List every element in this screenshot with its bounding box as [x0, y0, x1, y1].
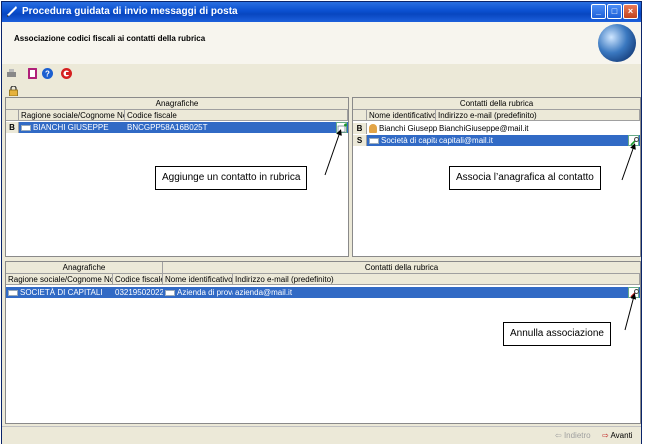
card-icon	[8, 289, 18, 296]
mail-icon	[7, 6, 17, 17]
column-header-name[interactable]: Ragione sociale/Cognome Nome	[6, 274, 113, 285]
column-header-contact-name[interactable]: Nome identificativo	[367, 110, 436, 121]
unlink-icon	[630, 289, 639, 298]
callout-add-contact: Aggiunge un contatto in rubrica	[155, 166, 308, 190]
add-contact-button[interactable]	[336, 122, 347, 133]
contact-email: BianchiGiuseppe@mail.it	[439, 124, 529, 133]
column-header-email[interactable]: Indirizzo e-mail (predefinito)	[233, 274, 640, 285]
back-button[interactable]: ⇦ Indietro	[555, 430, 591, 441]
maximize-button[interactable]: □	[607, 4, 622, 19]
title-bar[interactable]: Procedura guidata di invio messaggi di p…	[2, 2, 641, 22]
contact-name: Società di capitali	[381, 136, 437, 145]
callout-cancel-association: Annulla associazione	[503, 322, 611, 346]
next-label: Avanti	[610, 431, 633, 440]
contact-name: Bianchi Giuseppe	[379, 124, 437, 133]
book-icon[interactable]	[27, 68, 38, 79]
column-header-cf[interactable]: Codice fiscale	[113, 274, 163, 285]
contact-email: capitali@mail.it	[439, 136, 493, 145]
page-subtitle: Associazione codici fiscali ai contatti …	[14, 34, 206, 43]
callout-associate: Associa l’anagrafica al contatto	[449, 166, 601, 190]
contatti-group-header: Contatti della rubrica	[163, 262, 640, 274]
column-header-email[interactable]: Indirizzo e-mail (predefinito)	[436, 110, 640, 121]
anagrafica-cf: 03219502022	[115, 288, 163, 297]
contact-email: azienda@mail.it	[235, 288, 293, 297]
anagrafiche-group-header: Anagrafiche	[6, 98, 348, 110]
contact-name: Azienda di prova	[177, 288, 233, 297]
row-marker: B	[6, 122, 19, 133]
associate-button[interactable]	[628, 135, 639, 146]
printer-icon[interactable]	[6, 68, 17, 79]
selected-row-highlight[interactable]: Società di capitali capitali@mail.it	[367, 135, 640, 146]
column-header-contact-name[interactable]: Nome identificativo	[163, 274, 233, 285]
help-icon[interactable]: ?	[42, 68, 53, 79]
globe-logo-icon	[598, 24, 636, 62]
selected-row-highlight[interactable]: BIANCHI GIUSEPPE BNCGPP58A16B025T	[19, 122, 348, 133]
row-marker: B	[353, 123, 367, 134]
row-marker: S	[353, 135, 367, 146]
back-label: Indietro	[563, 431, 591, 440]
add-contact-icon	[337, 123, 347, 133]
stop-icon[interactable]	[61, 68, 72, 79]
svg-text:?: ?	[45, 70, 50, 79]
anagrafica-name: BIANCHI GIUSEPPE	[33, 123, 109, 132]
marker-column-header	[6, 110, 19, 121]
marker-column-header	[353, 110, 367, 121]
next-button[interactable]: ⇨ Avanti	[602, 430, 633, 441]
person-icon	[369, 124, 377, 134]
card-icon	[165, 289, 175, 296]
card-icon	[369, 137, 379, 144]
window-title: Procedura guidata di invio messaggi di p…	[22, 6, 238, 17]
table-row[interactable]: B BIANCHI GIUSEPPE BNCGPP58A16B025T	[6, 122, 348, 133]
next-arrow-icon: ⇨	[602, 431, 609, 440]
card-icon	[21, 124, 31, 131]
back-arrow-icon: ⇦	[555, 431, 562, 440]
wizard-header: Associazione codici fiscali ai contatti …	[2, 22, 641, 64]
column-header-name[interactable]: Ragione sociale/Cognome Nome	[19, 110, 125, 121]
table-row[interactable]: S Società di capitali capitali@mail.it	[353, 135, 640, 146]
wizard-window: Procedura guidata di invio messaggi di p…	[1, 1, 642, 444]
anagrafica-name: SOCIETÀ DI CAPITALI	[20, 288, 103, 297]
lock-icon[interactable]	[9, 86, 18, 96]
table-row[interactable]: B Bianchi Giuseppe BianchiGiuseppe@mail.…	[353, 123, 640, 134]
minimize-button[interactable]: _	[591, 4, 606, 19]
table-row[interactable]: SOCIETÀ DI CAPITALI 03219502022 Azienda …	[6, 287, 640, 298]
column-header-cf[interactable]: Codice fiscale	[125, 110, 348, 121]
anagrafica-cf: BNCGPP58A16B025T	[127, 123, 208, 132]
wizard-footer: ⇦ Indietro ⇨ Avanti	[2, 426, 641, 444]
anagrafiche-group-header: Anagrafiche	[6, 262, 163, 274]
contatti-group-header: Contatti della rubrica	[353, 98, 640, 110]
link-icon	[630, 137, 639, 146]
cancel-association-button[interactable]	[628, 287, 639, 298]
close-button[interactable]: ×	[623, 4, 638, 19]
